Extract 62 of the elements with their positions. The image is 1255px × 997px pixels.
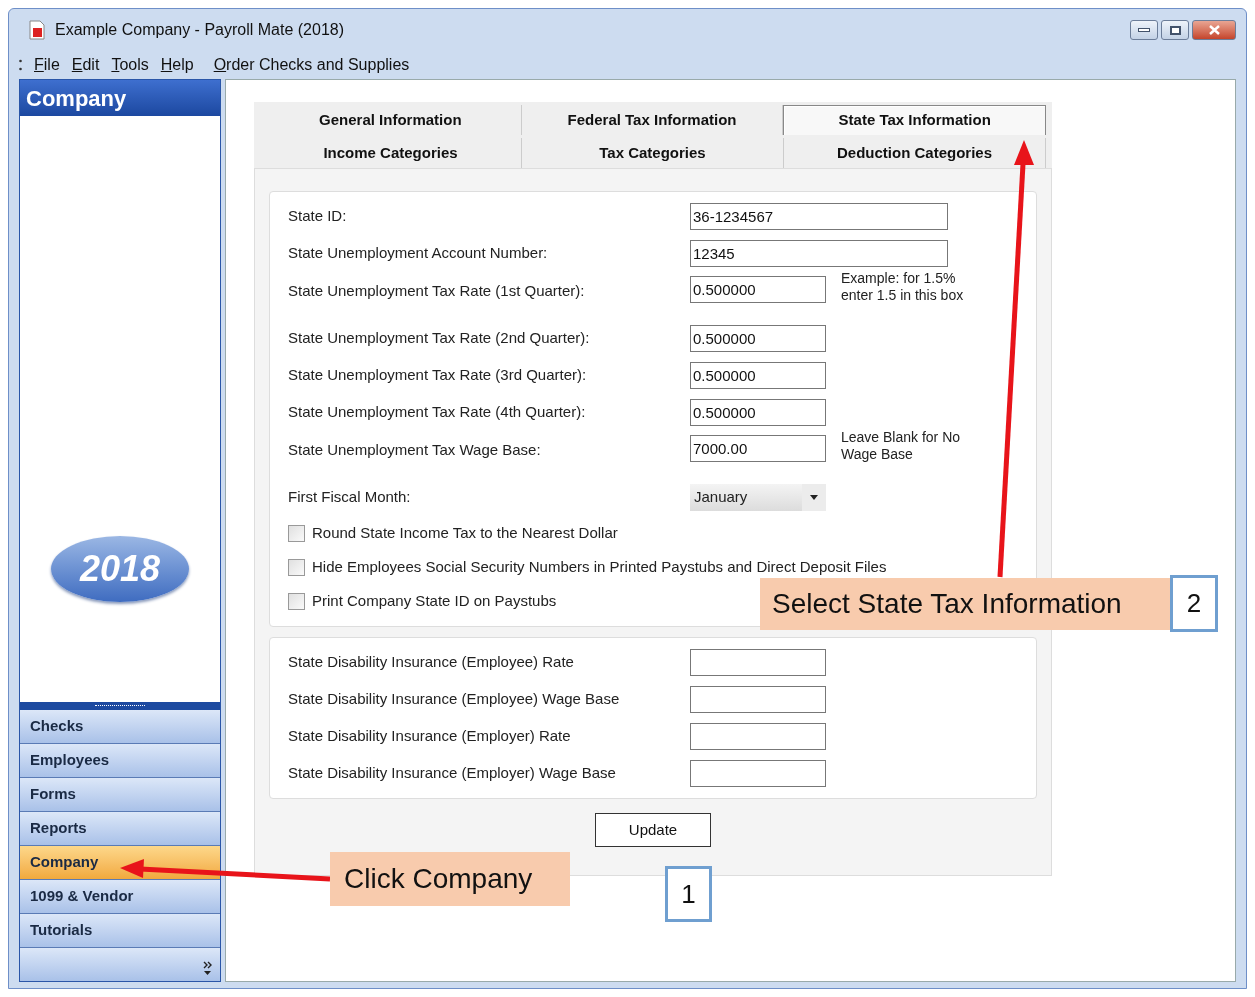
callout-text: Click Company bbox=[344, 862, 533, 896]
callout-text: Select State Tax Information bbox=[772, 587, 1122, 621]
nav-button[interactable]: Company bbox=[20, 846, 220, 880]
tab[interactable]: General Information bbox=[260, 105, 522, 135]
checkbox[interactable] bbox=[288, 592, 305, 610]
nav-button[interactable]: Tutorials bbox=[20, 914, 220, 948]
text-field[interactable] bbox=[690, 686, 826, 713]
checkbox-label: Hide Employees Social Security Numbers in Printed Paystubs and Direct Deposit Files bbox=[312, 556, 887, 577]
field-label: State Unemployment Tax Rate (3rd Quarter): bbox=[288, 365, 588, 386]
menu-item[interactable]: Edit bbox=[71, 53, 100, 77]
text-field[interactable] bbox=[690, 723, 826, 750]
maximize-button[interactable] bbox=[1161, 20, 1189, 40]
year-logo: 2018 bbox=[51, 536, 189, 602]
checkbox[interactable] bbox=[288, 524, 305, 542]
text-field[interactable] bbox=[690, 760, 826, 787]
field-label: State Unemployment Tax Rate (2nd Quarter): bbox=[288, 328, 591, 349]
field-label: State Disability Insurance (Employee) Wage Base bbox=[288, 689, 621, 710]
step-number: 2 bbox=[1170, 575, 1218, 632]
tab[interactable]: State Tax Information bbox=[783, 105, 1046, 135]
field-label: State Unemployment Tax Rate (4th Quarter): bbox=[288, 402, 587, 423]
nav-button[interactable]: Forms bbox=[20, 778, 220, 812]
nav-button[interactable]: Employees bbox=[20, 744, 220, 778]
document-icon bbox=[29, 20, 45, 40]
text-field[interactable] bbox=[690, 649, 826, 676]
nav-button[interactable]: Checks bbox=[20, 710, 220, 744]
minimize-button[interactable] bbox=[1130, 20, 1158, 40]
text-field[interactable]: 7000.00 bbox=[690, 435, 826, 462]
dropdown-caret-icon bbox=[810, 495, 818, 500]
text-field[interactable]: 12345 bbox=[690, 240, 948, 267]
menu-item[interactable]: Tools bbox=[111, 53, 149, 77]
close-icon bbox=[1208, 25, 1220, 35]
menu-item[interactable]: Help bbox=[160, 53, 194, 77]
nav-button[interactable]: Reports bbox=[20, 812, 220, 846]
text-field[interactable]: 0.500000 bbox=[690, 325, 826, 352]
text-field[interactable]: 0.500000 bbox=[690, 399, 826, 426]
field-hint: Example: for 1.5% enter 1.5 in this box bbox=[841, 270, 965, 304]
month-dropdown[interactable]: January bbox=[690, 484, 826, 511]
field-hint: Leave Blank for No Wage Base bbox=[841, 429, 962, 463]
toolbar-grip-icon bbox=[19, 58, 22, 72]
window-title: Example Company - Payroll Mate (2018) bbox=[55, 20, 344, 40]
field-label: State Disability Insurance (Employer) Wage Base bbox=[288, 763, 617, 784]
configure-buttons-icon[interactable] bbox=[203, 961, 212, 975]
field-label: State Unemployment Tax Wage Base: bbox=[288, 440, 542, 460]
field-label: State Unemployment Tax Rate (1st Quarter): bbox=[288, 281, 586, 301]
field-label: State ID: bbox=[288, 206, 348, 227]
pane-title: Company bbox=[26, 84, 127, 113]
checkbox[interactable] bbox=[288, 558, 305, 576]
nav-button[interactable]: 1099 & Vendor bbox=[20, 880, 220, 914]
text-field[interactable]: 0.500000 bbox=[690, 276, 826, 303]
close-button[interactable] bbox=[1192, 20, 1236, 40]
menu-item[interactable]: Order Checks and Supplies bbox=[213, 53, 410, 77]
step-number: 1 bbox=[665, 866, 712, 922]
text-field[interactable]: 36-1234567 bbox=[690, 203, 948, 230]
update-button[interactable]: Update bbox=[595, 813, 711, 847]
checkbox-label: Print Company State ID on Paystubs bbox=[312, 590, 557, 611]
field-label: State Disability Insurance (Employer) Rate bbox=[288, 726, 572, 747]
field-label: First Fiscal Month: bbox=[288, 487, 412, 508]
field-label: State Disability Insurance (Employee) Rate bbox=[288, 652, 575, 673]
menu-item[interactable]: File bbox=[34, 53, 60, 77]
field-label: State Unemployment Account Number: bbox=[288, 243, 549, 264]
checkbox-label: Round State Income Tax to the Nearest Dollar bbox=[312, 522, 618, 543]
text-field[interactable]: 0.500000 bbox=[690, 362, 826, 389]
